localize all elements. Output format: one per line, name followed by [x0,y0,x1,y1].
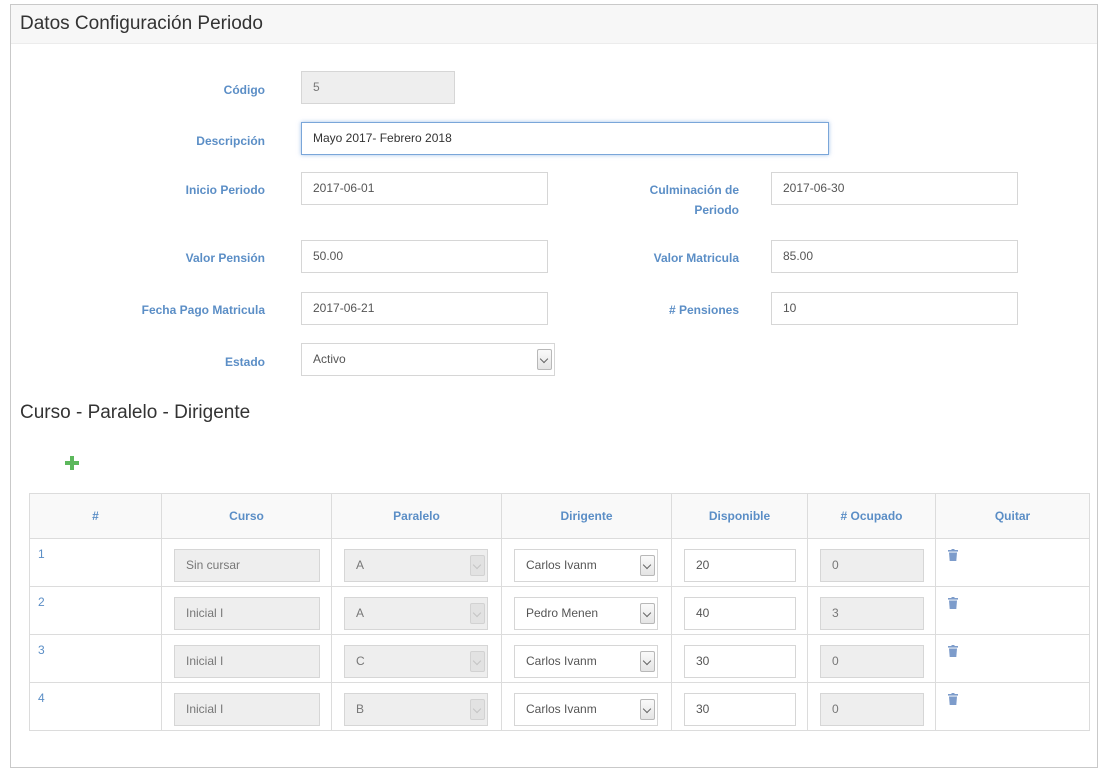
table-row: 3 Inicial I C Carlos Ivanm 30 0 [29,634,1090,683]
valor-matricula-field[interactable]: 85.00 [771,240,1018,273]
codigo-label: Código [223,83,265,97]
row-number: 4 [38,691,45,705]
courses-title: Curso - Paralelo - Dirigente [20,402,251,423]
trash-icon[interactable] [948,645,958,657]
dirigente-value: Pedro Menen [526,606,599,620]
column-header-dirigente: Dirigente [501,493,672,539]
dirigente-value: Carlos Ivanm [526,702,597,716]
disponible-field[interactable]: 30 [684,693,796,726]
estado-select[interactable]: Activo [301,343,555,376]
chevron-down-icon [470,555,485,576]
fecha-pago-label: Fecha Pago Matricula [141,303,265,317]
paralelo-value: C [356,654,365,668]
culminacion-label-line1: Culminación de [649,183,739,197]
estado-value: Activo [313,352,346,366]
dirigente-select[interactable]: Pedro Menen [514,597,658,630]
trash-icon[interactable] [948,597,958,609]
dirigente-select[interactable]: Carlos Ivanm [514,549,658,582]
dirigente-select[interactable]: Carlos Ivanm [514,693,658,726]
chevron-down-icon [470,603,485,624]
chevron-down-icon[interactable] [640,699,655,720]
dirigente-value: Carlos Ivanm [526,654,597,668]
pensiones-label: # Pensiones [668,303,739,317]
disponible-field[interactable]: 40 [684,597,796,630]
config-panel: Datos Configuración Periodo Código 5 Des… [10,4,1098,768]
curso-field[interactable]: Sin cursar [174,549,320,582]
disponible-field[interactable]: 30 [684,645,796,678]
row-number: 1 [38,547,45,561]
descripcion-label: Descripción [196,134,265,148]
disponible-field[interactable]: 20 [684,549,796,582]
ocupado-field[interactable]: 0 [820,549,924,582]
paralelo-value: B [356,702,365,716]
plus-icon[interactable] [64,455,80,471]
valor-pension-label: Valor Pensión [185,251,265,265]
paralelo-select[interactable]: A [344,549,488,582]
table-row: 2 Inicial I A Pedro Menen 40 3 [29,586,1090,635]
column-header-quitar: Quitar [935,493,1090,539]
curso-field[interactable]: Inicial I [174,693,320,726]
culminacion-label-line2: Periodo [694,203,739,217]
column-header-paralelo: Paralelo [331,493,502,539]
curso-field[interactable]: Inicial I [174,597,320,630]
chevron-down-icon[interactable] [640,603,655,624]
row-number: 2 [38,595,45,609]
inicio-periodo-label: Inicio Periodo [185,183,265,197]
inicio-periodo-field[interactable]: 2017-06-01 [301,172,548,205]
table-row: 4 Inicial I B Carlos Ivanm 30 0 [29,682,1090,731]
courses-table: # Curso Paralelo Dirigente Disponible # … [29,493,1090,731]
trash-icon[interactable] [948,549,958,561]
row-number: 3 [38,643,45,657]
chevron-down-icon[interactable] [537,349,552,370]
column-header-disponible: Disponible [671,493,808,539]
curso-field[interactable]: Inicial I [174,645,320,678]
trash-icon[interactable] [948,693,958,705]
config-title: Datos Configuración Periodo [20,13,263,34]
column-header-ocupado: # Ocupado [807,493,936,539]
paralelo-select[interactable]: C [344,645,488,678]
table-header-row: # Curso Paralelo Dirigente Disponible # … [29,493,1090,539]
chevron-down-icon[interactable] [640,651,655,672]
ocupado-field[interactable]: 3 [820,597,924,630]
valor-matricula-label: Valor Matricula [653,251,739,265]
chevron-down-icon [470,699,485,720]
dirigente-select[interactable]: Carlos Ivanm [514,645,658,678]
culminacion-field[interactable]: 2017-06-30 [771,172,1018,205]
column-header-curso: Curso [161,493,332,539]
paralelo-value: A [356,606,365,620]
paralelo-select[interactable]: A [344,597,488,630]
descripcion-field[interactable]: Mayo 2017- Febrero 2018 [301,122,829,155]
pensiones-field[interactable]: 10 [771,292,1018,325]
table-row: 1 Sin cursar A Carlos Ivanm 20 0 [29,538,1090,587]
codigo-field[interactable]: 5 [301,71,455,104]
paralelo-select[interactable]: B [344,693,488,726]
ocupado-field[interactable]: 0 [820,693,924,726]
fecha-pago-field[interactable]: 2017-06-21 [301,292,548,325]
paralelo-value: A [356,558,365,572]
estado-label: Estado [224,355,265,369]
chevron-down-icon[interactable] [640,555,655,576]
column-header-num: # [29,493,162,539]
valor-pension-field[interactable]: 50.00 [301,240,548,273]
chevron-down-icon [470,651,485,672]
ocupado-field[interactable]: 0 [820,645,924,678]
dirigente-value: Carlos Ivanm [526,558,597,572]
